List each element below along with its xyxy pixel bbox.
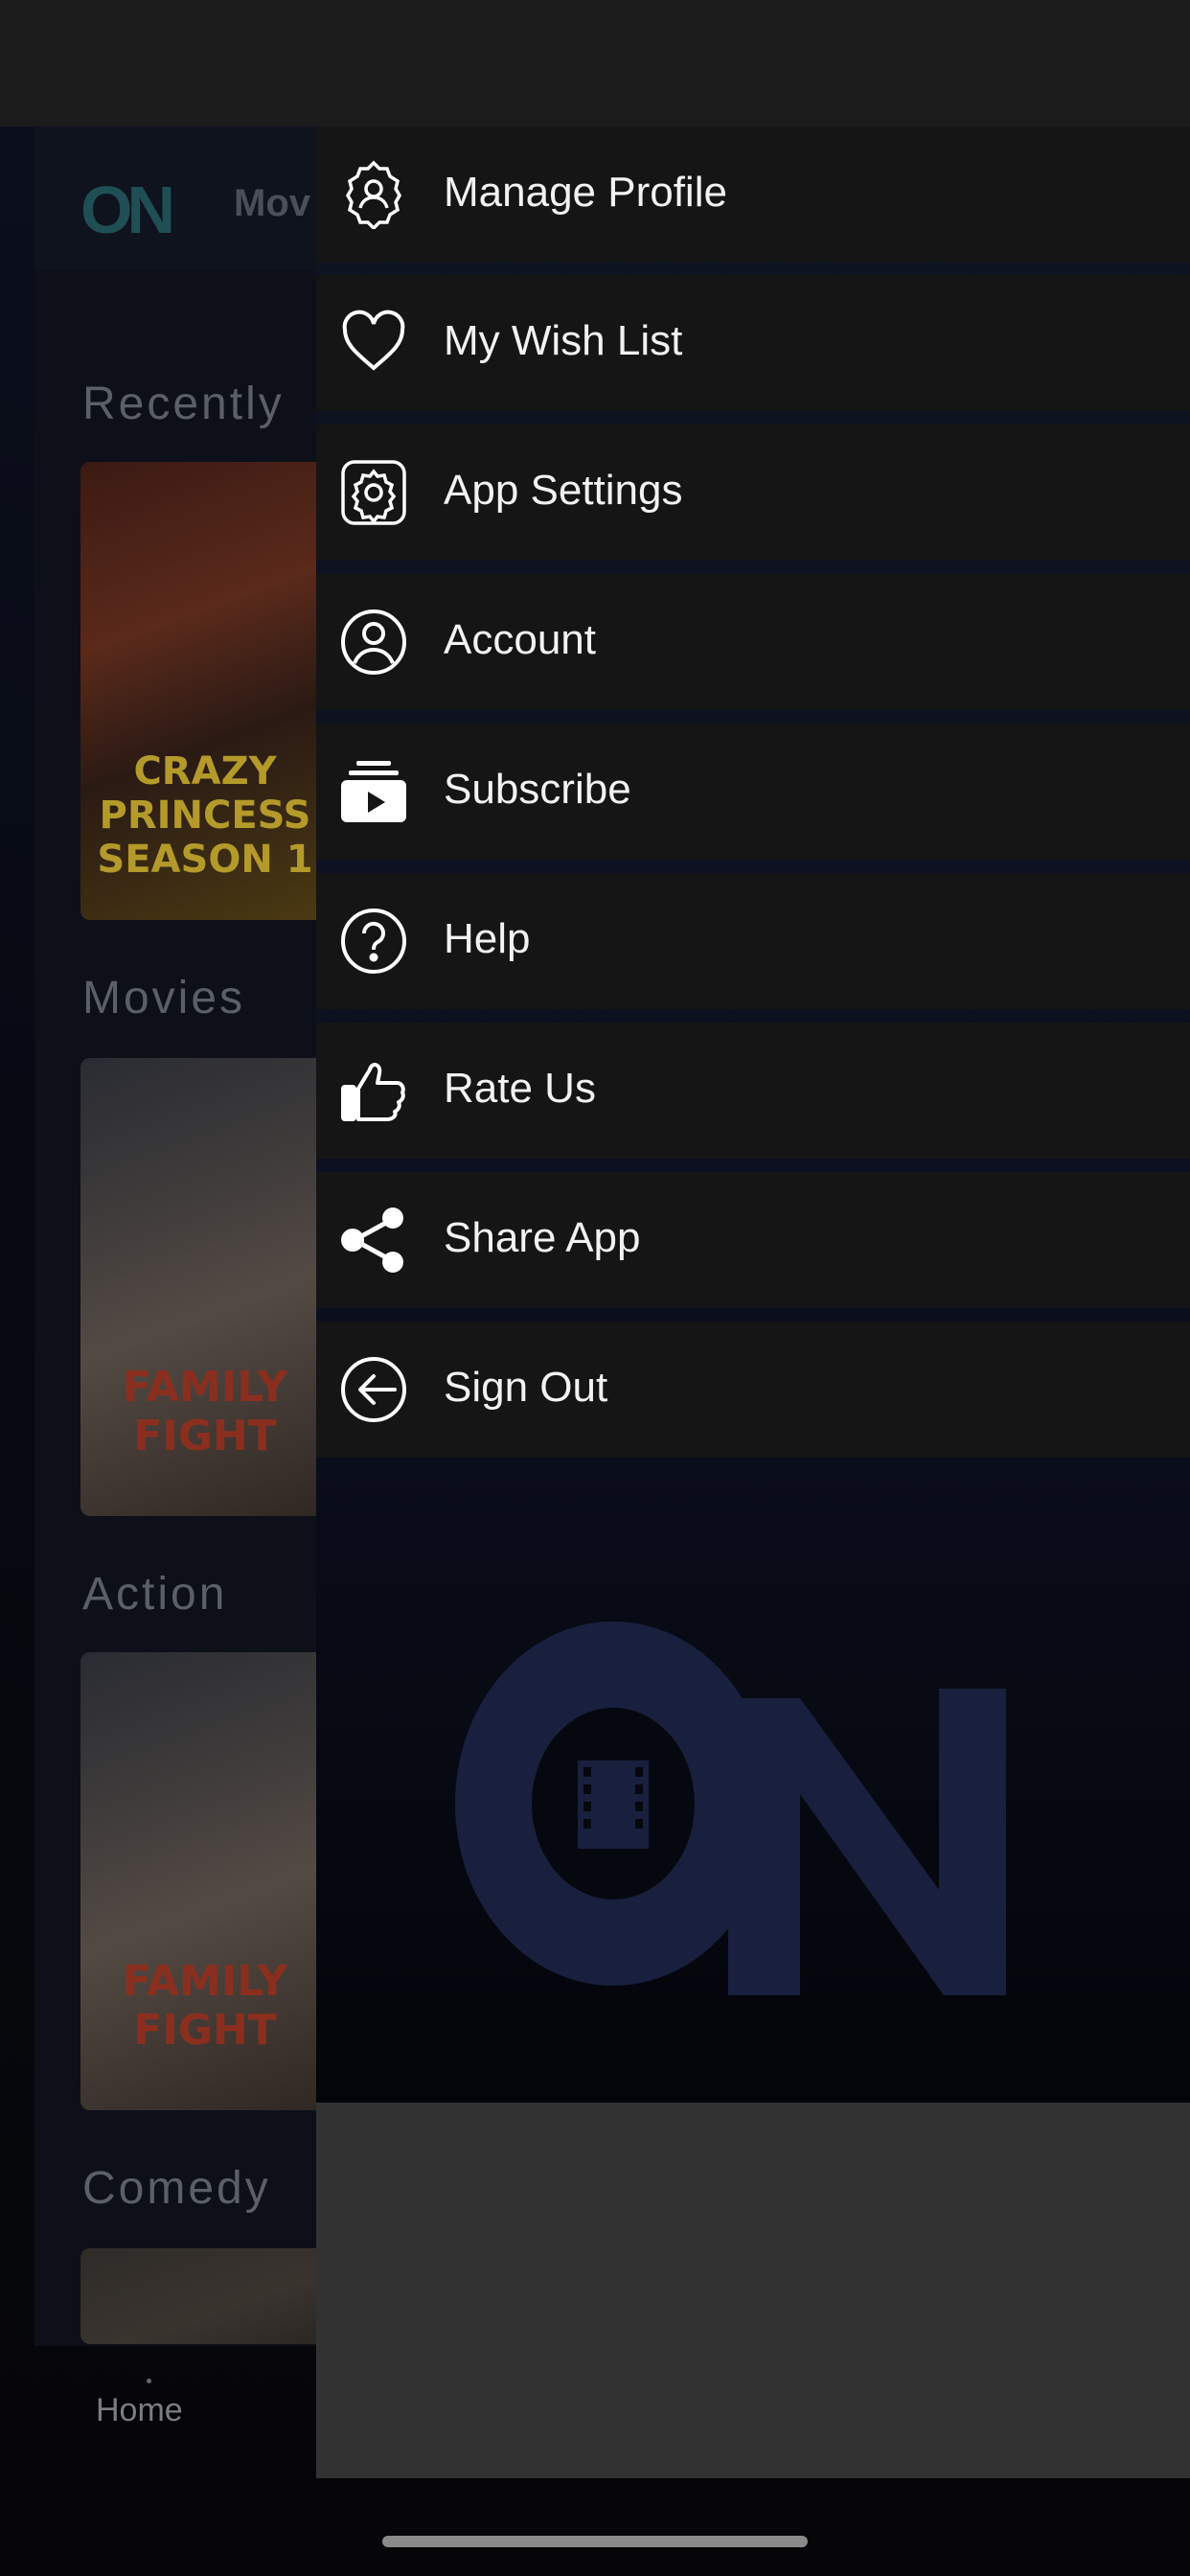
menu-item-account[interactable]: Account	[316, 574, 1190, 710]
menu-item-rate-us[interactable]: Rate Us	[316, 1023, 1190, 1159]
sign-out-icon	[339, 1355, 408, 1424]
brand-logo-icon	[455, 1602, 1030, 2005]
poster-title: FAMILY FIGHT	[122, 1957, 288, 2055]
menu-item-help[interactable]: Help	[316, 873, 1190, 1009]
menu-item-label: Subscribe	[444, 766, 631, 813]
topbar-tab[interactable]: Mov	[234, 182, 310, 225]
manage-profile-icon	[339, 160, 408, 229]
thumbs-up-icon	[339, 1056, 408, 1125]
menu-item-label: Account	[444, 616, 596, 663]
gear-icon	[339, 458, 408, 527]
menu-item-subscribe[interactable]: Subscribe	[316, 724, 1190, 860]
home-indicator-dot	[147, 2379, 151, 2383]
menu-item-share-app[interactable]: Share App	[316, 1172, 1190, 1308]
status-bar	[0, 0, 1190, 126]
menu-item-label: Help	[444, 915, 531, 962]
heart-icon	[339, 309, 408, 378]
menu-item-sign-out[interactable]: Sign Out	[316, 1322, 1190, 1458]
menu-item-label: Sign Out	[444, 1364, 608, 1411]
bottom-nav-home[interactable]: Home	[96, 2392, 183, 2429]
poster-family-fight-action[interactable]: FAMILY FIGHT	[80, 1652, 330, 2110]
menu-item-manage-profile[interactable]: Manage Profile	[316, 126, 1190, 263]
help-icon	[339, 907, 408, 976]
menu-item-label: Rate Us	[444, 1065, 596, 1112]
app-logo-icon: ON	[80, 172, 175, 247]
account-icon	[339, 608, 408, 677]
section-title-comedy: Comedy	[82, 2163, 271, 2214]
poster-crazy-princess[interactable]: CRAZY PRINCESS SEASON 1	[80, 462, 330, 920]
menu-item-label: Manage Profile	[444, 169, 727, 216]
system-home-indicator[interactable]	[382, 2536, 808, 2547]
section-title-recently: Recently	[82, 379, 285, 429]
menu-item-label: App Settings	[444, 467, 683, 514]
menu-item-label: Share App	[444, 1214, 641, 1261]
menu-item-app-settings[interactable]: App Settings	[316, 425, 1190, 561]
menu-item-wish-list[interactable]: My Wish List	[316, 275, 1190, 411]
share-icon	[339, 1206, 408, 1275]
menu-item-label: My Wish List	[444, 317, 683, 364]
navigation-drawer: Manage Profile My Wish List App Settings	[316, 126, 1190, 2478]
poster-title: CRAZY PRINCESS SEASON 1	[97, 749, 313, 882]
section-title-movies: Movies	[82, 973, 246, 1024]
poster-family-fight[interactable]: FAMILY FIGHT	[80, 1058, 330, 1516]
poster-comedy[interactable]	[80, 2248, 330, 2344]
section-title-action: Action	[82, 1569, 228, 1620]
subscribe-icon	[339, 757, 408, 826]
poster-title: FAMILY FIGHT	[122, 1363, 288, 1460]
